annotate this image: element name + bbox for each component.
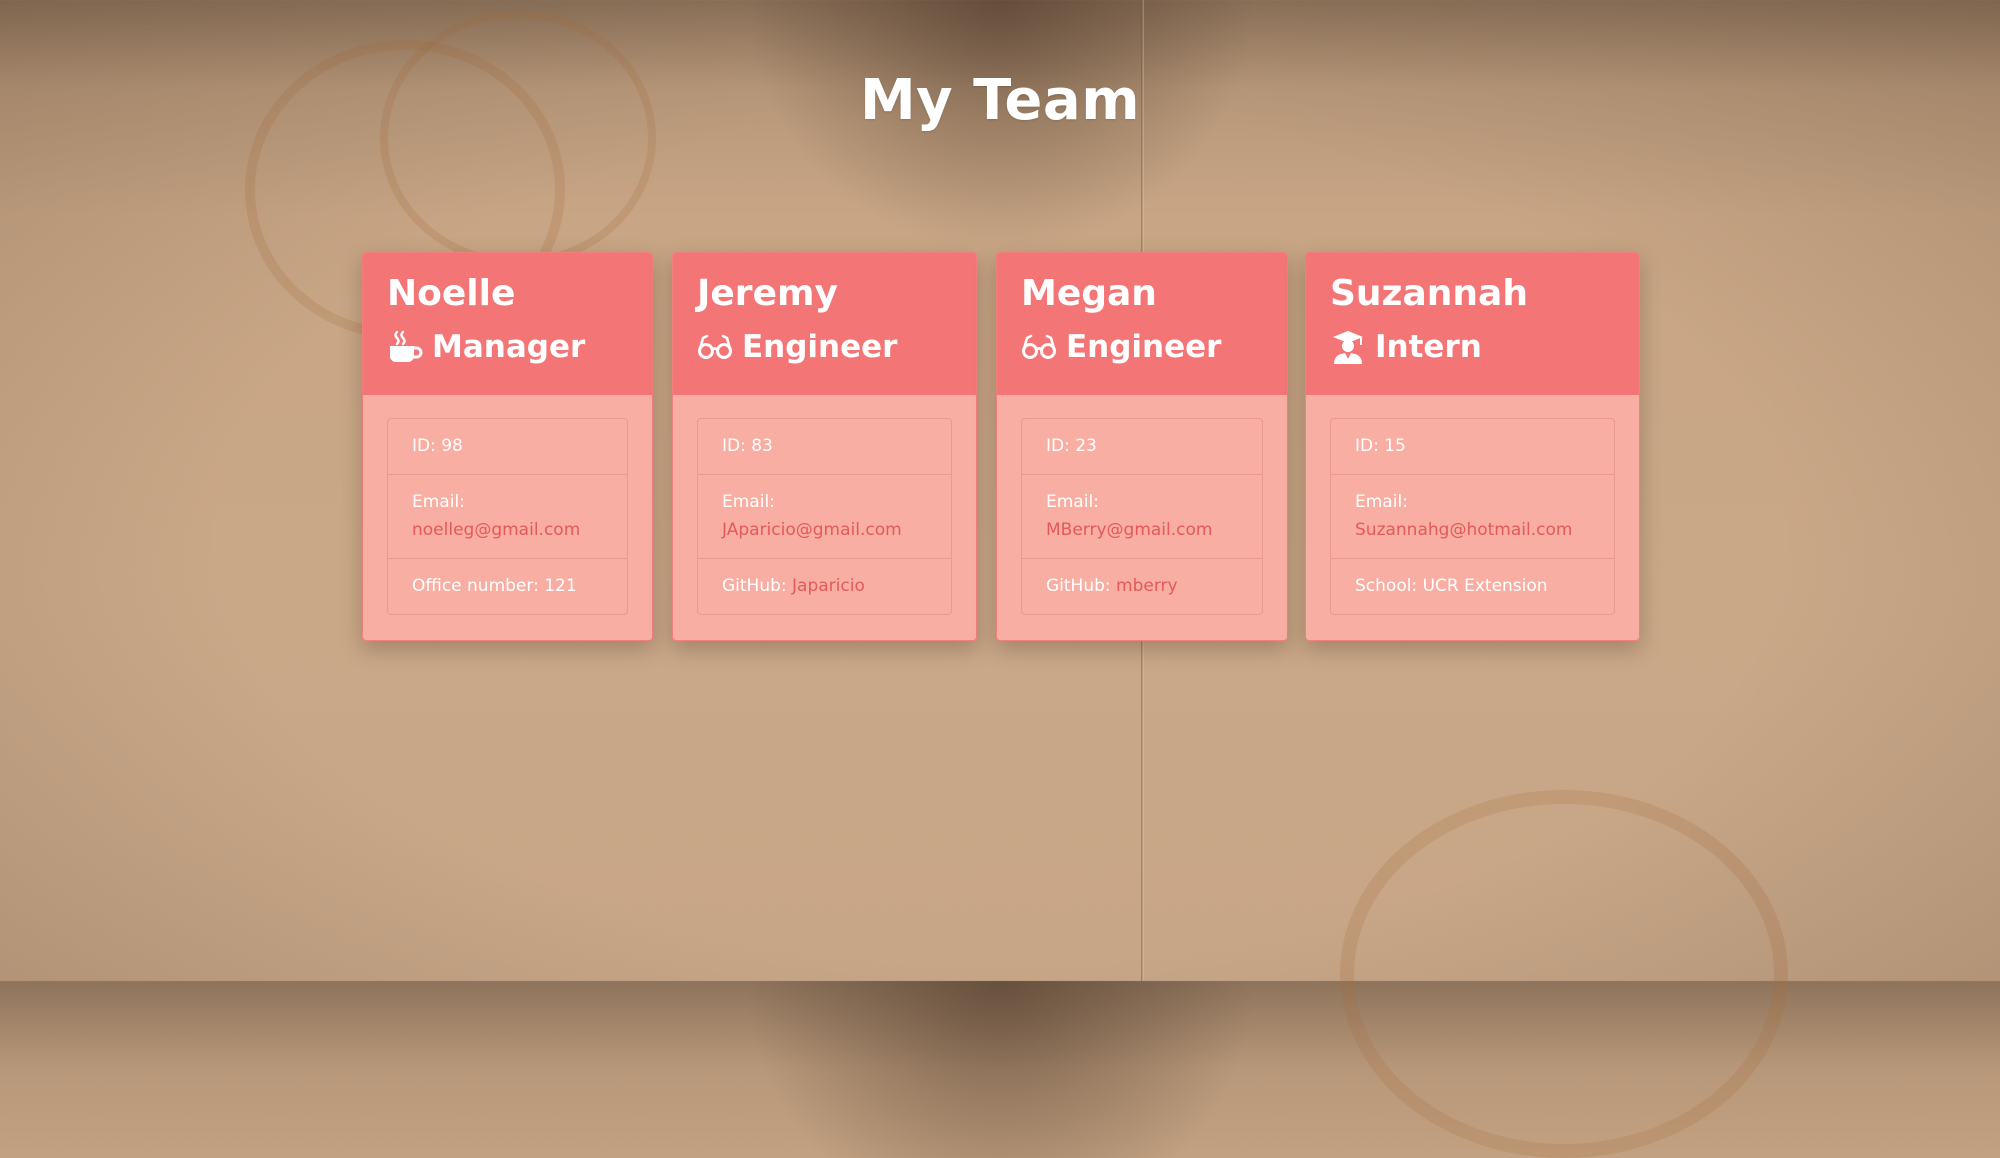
- employee-email: Email: Suzannahg@hotmail.com: [1331, 474, 1614, 558]
- info-list: ID: 15 Email: Suzannahg@hotmail.com Scho…: [1330, 418, 1615, 615]
- email-link[interactable]: MBerry@gmail.com: [1046, 520, 1212, 540]
- employee-role: Engineer: [1021, 325, 1263, 369]
- github: GitHub: mberry: [1022, 558, 1262, 614]
- email-link[interactable]: JAparicio@gmail.com: [722, 520, 902, 540]
- role-label: Engineer: [1066, 329, 1222, 365]
- employee-email: Email: JAparicio@gmail.com: [698, 474, 951, 558]
- email-link[interactable]: noelleg@gmail.com: [412, 520, 580, 540]
- employee-role: Manager: [387, 325, 628, 369]
- github-label: GitHub:: [722, 576, 793, 596]
- employee-name: Noelle: [387, 273, 516, 314]
- card-body: ID: 15 Email: Suzannahg@hotmail.com Scho…: [1306, 395, 1639, 615]
- glasses-icon: [697, 329, 733, 365]
- card-body: ID: 23 Email: MBerry@gmail.com GitHub: m…: [997, 395, 1287, 615]
- glasses-icon: [1021, 329, 1057, 365]
- github-label: GitHub:: [1046, 576, 1117, 596]
- employee-email: Email: noelleg@gmail.com: [388, 474, 627, 558]
- email-label: Email:: [1355, 492, 1408, 512]
- employee-card-engineer: Jeremy Engineer ID: 83 Email: JAparicio@…: [672, 252, 977, 641]
- email-link[interactable]: Suzannahg@hotmail.com: [1355, 520, 1572, 540]
- page-title: My Team: [859, 68, 1141, 133]
- employee-card-engineer: Megan Engineer ID: 23 Email: MBerry@gmai…: [996, 252, 1288, 641]
- card-header: Suzannah Intern: [1306, 253, 1639, 395]
- graduate-icon: [1330, 329, 1366, 365]
- employee-name: Jeremy: [697, 273, 838, 314]
- office-number-label: Office number: 121: [412, 576, 577, 596]
- employee-card-intern: Suzannah Intern ID: 15 Email: Suzannahg@…: [1305, 252, 1640, 641]
- info-list: ID: 83 Email: JAparicio@gmail.com GitHub…: [697, 418, 952, 615]
- info-list: ID: 23 Email: MBerry@gmail.com GitHub: m…: [1021, 418, 1263, 615]
- school: School: UCR Extension: [1331, 558, 1614, 614]
- employee-id: ID: 83: [722, 436, 773, 456]
- employee-id: ID: 98: [412, 436, 463, 456]
- team-cards: Noelle Manager ID: 98 Email: noelleg@gma…: [362, 252, 1640, 641]
- role-label: Intern: [1375, 329, 1482, 365]
- employee-id: ID: 15: [1355, 436, 1406, 456]
- employee-role: Engineer: [697, 325, 952, 369]
- email-label: Email:: [412, 492, 465, 512]
- info-list: ID: 98 Email: noelleg@gmail.com Office n…: [387, 418, 628, 615]
- coffee-icon: [387, 329, 423, 365]
- email-label: Email:: [722, 492, 775, 512]
- employee-role: Intern: [1330, 325, 1615, 369]
- employee-card-manager: Noelle Manager ID: 98 Email: noelleg@gma…: [362, 252, 653, 641]
- coffee-stain: [380, 10, 656, 266]
- employee-name: Suzannah: [1330, 273, 1528, 314]
- school-label: School: UCR Extension: [1355, 576, 1548, 596]
- employee-email: Email: MBerry@gmail.com: [1022, 474, 1262, 558]
- role-label: Engineer: [742, 329, 898, 365]
- coffee-stain: [1340, 790, 1788, 1158]
- card-body: ID: 83 Email: JAparicio@gmail.com GitHub…: [673, 395, 976, 615]
- github: GitHub: Japaricio: [698, 558, 951, 614]
- card-body: ID: 98 Email: noelleg@gmail.com Office n…: [363, 395, 652, 615]
- github-link[interactable]: mberry: [1116, 576, 1178, 596]
- employee-id: ID: 23: [1046, 436, 1097, 456]
- email-label: Email:: [1046, 492, 1099, 512]
- role-label: Manager: [432, 329, 586, 365]
- card-header: Megan Engineer: [997, 253, 1287, 395]
- office-number: Office number: 121: [388, 558, 627, 614]
- github-link[interactable]: Japaricio: [792, 576, 865, 596]
- employee-name: Megan: [1021, 273, 1157, 314]
- card-header: Noelle Manager: [363, 253, 652, 395]
- card-header: Jeremy Engineer: [673, 253, 976, 395]
